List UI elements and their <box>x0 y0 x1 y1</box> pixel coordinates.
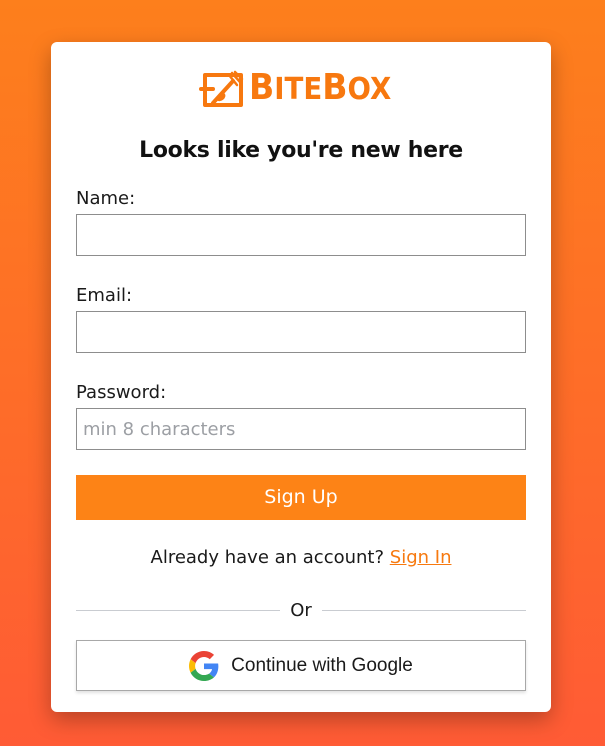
password-label: Password: <box>76 382 167 403</box>
signup-card: BITEBOX Looks like you're new here Name:… <box>51 42 551 712</box>
brand-logo: BITEBOX <box>51 67 551 111</box>
sign-in-link[interactable]: Sign In <box>390 547 452 568</box>
continue-with-google-button[interactable]: Continue with Google <box>76 640 526 691</box>
divider-line-left <box>76 609 281 611</box>
google-button-label: Continue with Google <box>231 654 413 676</box>
page-title: Looks like you're new here <box>139 138 463 163</box>
email-label: Email: <box>76 285 133 306</box>
name-label: Name: <box>76 188 136 209</box>
account-prompt: Already have an account? Sign In <box>51 545 551 571</box>
divider-line-right <box>321 609 527 611</box>
email-field[interactable] <box>76 311 526 353</box>
food-box-utensils-icon <box>198 70 243 107</box>
sign-up-button[interactable]: Sign Up <box>76 475 526 520</box>
name-field[interactable] <box>76 214 526 256</box>
or-divider: Or <box>76 597 527 623</box>
divider-label: Or <box>290 599 312 621</box>
google-g-icon <box>189 650 219 681</box>
account-prompt-text: Already have an account? <box>150 547 385 568</box>
brand-name: BITEBOX <box>248 67 391 108</box>
password-field[interactable] <box>76 408 526 450</box>
